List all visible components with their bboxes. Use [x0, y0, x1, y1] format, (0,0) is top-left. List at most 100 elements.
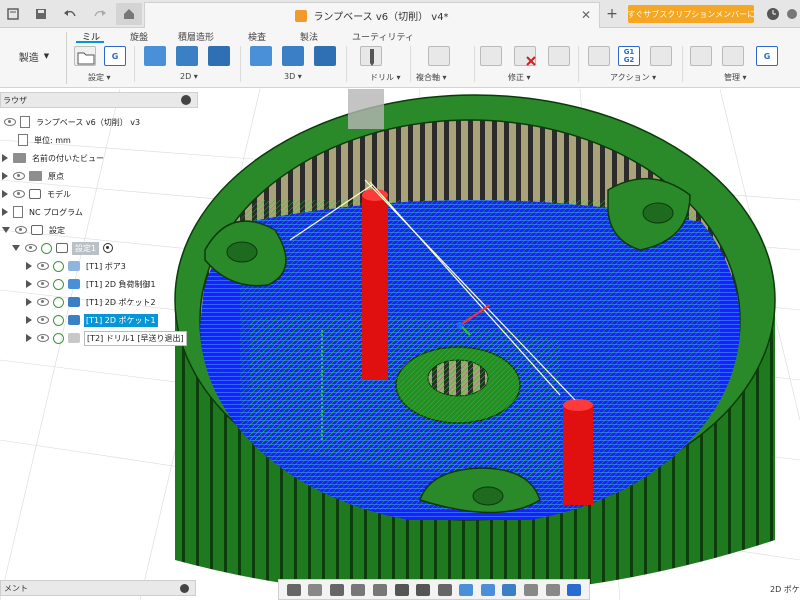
stock-icon[interactable] — [459, 583, 474, 596]
toolpath-display-icon[interactable] — [502, 583, 517, 596]
tree-item-document[interactable]: ランプベース v6（切削） v3 — [4, 114, 142, 130]
home-icon[interactable] — [116, 3, 142, 25]
visibility-icon[interactable] — [4, 118, 16, 126]
comments-panel[interactable]: メント — [0, 580, 196, 596]
save-icon[interactable] — [32, 4, 50, 24]
undo-icon[interactable] — [58, 4, 82, 24]
tree-item-units[interactable]: 単位: mm — [18, 132, 73, 148]
folder-icon — [13, 153, 26, 163]
collapse-icon[interactable] — [12, 245, 20, 251]
visibility-icon[interactable] — [37, 262, 49, 270]
panel-control-icon[interactable] — [180, 584, 189, 593]
simulate-icon[interactable] — [588, 46, 610, 66]
fixture-icon[interactable] — [545, 583, 560, 596]
zoom-icon[interactable] — [351, 583, 366, 596]
section-plane-handle[interactable] — [348, 89, 384, 129]
visibility-icon[interactable] — [37, 316, 49, 324]
activate-target-icon[interactable] — [103, 243, 114, 253]
divider — [410, 46, 411, 82]
tool-display-icon[interactable] — [523, 583, 538, 596]
visibility-icon[interactable] — [37, 334, 49, 342]
setup-sheet-icon[interactable] — [650, 46, 672, 66]
visibility-icon[interactable] — [37, 298, 49, 306]
refresh-icon[interactable] — [480, 583, 495, 596]
tab-utilities[interactable]: ユーティリティ — [352, 30, 414, 43]
tree-item-named-views[interactable]: 名前の付いたビュー — [2, 150, 106, 166]
browser-title: ラウザ — [3, 95, 27, 105]
drill-icon[interactable] — [360, 46, 382, 66]
new-tab-icon[interactable]: + — [604, 4, 620, 24]
visibility-icon[interactable] — [37, 280, 49, 288]
panel-control-icon[interactable] — [181, 95, 191, 105]
2d-contour-icon[interactable] — [208, 46, 230, 66]
tree-item-nc-programs[interactable]: NC プログラム — [2, 204, 85, 220]
subscribe-button[interactable]: 今すぐサブスクリプションメンバーに... — [628, 5, 754, 23]
post-process-icon[interactable]: G1 G2 — [618, 46, 640, 66]
tree-item-op-2d-pocket2[interactable]: [T1] 2D ポケット2 — [26, 294, 158, 310]
delete-icon[interactable] — [514, 46, 536, 66]
ribbon-toolbar: 製造 ▼ ミル 旋盤 積層造形 検査 製法 ユーティリティ G 設定 ▾ 2D … — [0, 28, 800, 88]
pan-icon[interactable] — [329, 583, 344, 596]
2d-adaptive-icon[interactable] — [144, 46, 166, 66]
folder-icon — [29, 171, 42, 181]
tab-turning[interactable]: 旋盤 — [130, 30, 148, 43]
workspace-selector[interactable]: 製造 ▼ — [6, 45, 62, 67]
2d-pocket-icon[interactable] — [176, 46, 198, 66]
expand-icon[interactable] — [26, 280, 32, 288]
display-settings-icon[interactable] — [394, 583, 409, 596]
fit-icon[interactable] — [373, 583, 388, 596]
tree-item-setups[interactable]: 設定 — [2, 222, 67, 238]
expand-icon[interactable] — [26, 316, 32, 324]
redo-icon[interactable] — [88, 4, 112, 24]
orbit-icon[interactable] — [286, 583, 301, 596]
scissors-icon[interactable] — [480, 46, 502, 66]
group-label-multiaxis: 複合軸 ▾ — [416, 73, 447, 82]
expand-icon[interactable] — [26, 334, 32, 342]
expand-icon[interactable] — [2, 154, 8, 162]
expand-icon[interactable] — [26, 298, 32, 306]
setup-folder-icon[interactable] — [74, 46, 96, 66]
3d-adaptive-icon[interactable] — [250, 46, 272, 66]
tree-item-op-bore3[interactable]: [T1] ボア3 — [26, 258, 128, 274]
tab-additive[interactable]: 積層造形 — [178, 30, 214, 43]
clock-icon[interactable] — [764, 4, 782, 24]
file-menu-icon[interactable] — [4, 4, 22, 24]
3d-steep-shallow-icon[interactable] — [314, 46, 336, 66]
machine-library-icon[interactable] — [722, 46, 744, 66]
multi-axis-icon[interactable] — [428, 46, 450, 66]
tab-fabrication[interactable]: 製法 — [300, 30, 318, 43]
comments-label: メント — [4, 583, 28, 593]
visibility-icon[interactable] — [13, 190, 25, 198]
visibility-icon[interactable] — [25, 244, 37, 252]
tree-item-op-2d-pocket1[interactable]: [T1] 2D ポケット1 — [26, 312, 158, 328]
tree-item-label: ランプベース v6（切削） v3 — [36, 117, 141, 127]
tree-item-setup1[interactable]: 設定1 — [12, 240, 114, 256]
visibility-icon[interactable] — [15, 226, 27, 234]
viewports-icon[interactable] — [437, 583, 452, 596]
expand-icon[interactable] — [2, 190, 8, 198]
expand-icon[interactable] — [26, 262, 32, 270]
3d-pocket-icon[interactable] — [282, 46, 304, 66]
tree-item-model[interactable]: モデル — [2, 186, 73, 202]
expand-icon[interactable] — [2, 208, 8, 216]
tree-item-op-2d-adaptive[interactable]: [T1] 2D 負荷制御1 — [26, 276, 158, 292]
edit-icon[interactable] — [548, 46, 570, 66]
look-at-icon[interactable] — [308, 583, 323, 596]
document-icon — [18, 134, 28, 146]
collapse-icon[interactable] — [2, 227, 10, 233]
visibility-icon[interactable] — [13, 172, 25, 180]
user-icon[interactable] — [786, 4, 798, 24]
simulation-icon[interactable] — [567, 583, 582, 596]
tree-item-label: 名前の付いたビュー — [32, 153, 104, 163]
browser-panel: ラウザ ランプベース v6（切削） v3 単位: mm 名前の付いたビュー 原点 — [0, 92, 198, 352]
tree-item-op-drill1[interactable]: [T2] ドリル1 [早送り退出] — [26, 330, 187, 346]
post-library-icon[interactable]: G — [756, 46, 778, 66]
expand-icon[interactable] — [2, 172, 8, 180]
grid-icon[interactable] — [416, 583, 431, 596]
document-tab[interactable]: ランプベース v6（切削） v4* ✕ — [144, 2, 600, 28]
tab-inspection[interactable]: 検査 — [248, 30, 266, 43]
nc-program-icon[interactable]: G — [104, 46, 126, 66]
tool-library-icon[interactable] — [690, 46, 712, 66]
tree-item-origin[interactable]: 原点 — [2, 168, 66, 184]
close-tab-icon[interactable]: ✕ — [581, 8, 591, 22]
